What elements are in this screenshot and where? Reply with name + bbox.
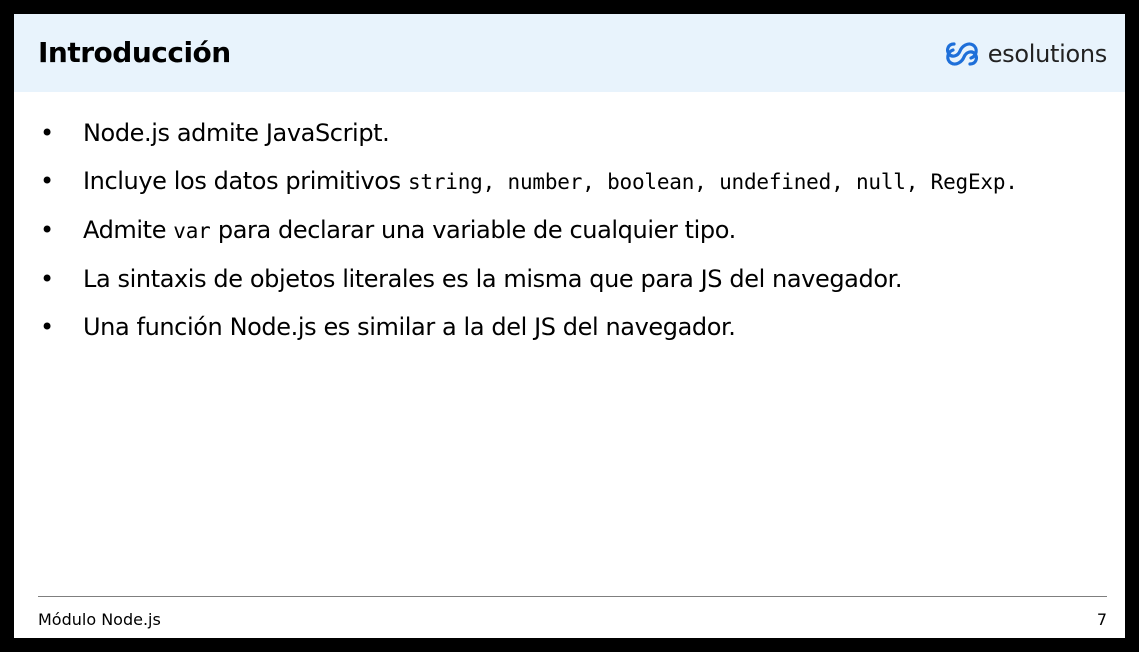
bullet-text: La sintaxis de objetos literales es la m… bbox=[83, 265, 903, 293]
list-item: • Node.js admite JavaScript. bbox=[38, 114, 1108, 152]
type-number: number bbox=[507, 170, 583, 194]
type-regexp: RegExp bbox=[930, 170, 1006, 194]
slide: Introducción esolutions • Node.js admite… bbox=[14, 14, 1125, 638]
bullet-dot: • bbox=[40, 167, 54, 195]
list-item: • Incluye los datos primitivos string, n… bbox=[38, 162, 1108, 201]
footer-divider bbox=[38, 596, 1107, 597]
logo-text: esolutions bbox=[987, 40, 1108, 68]
bullet-dot: • bbox=[40, 313, 54, 341]
type-undefined: undefined bbox=[719, 170, 832, 194]
list-item: • La sintaxis de objetos literales es la… bbox=[38, 260, 1108, 298]
type-null: null bbox=[855, 170, 906, 194]
esolutions-logo: esolutions bbox=[944, 36, 1107, 72]
bullet-text: para declarar una variable de cualquier … bbox=[210, 216, 736, 244]
bullet-list: • Node.js admite JavaScript. • Incluye l… bbox=[38, 114, 1108, 356]
logo-mark-icon bbox=[945, 42, 978, 66]
type-string: string bbox=[407, 170, 483, 194]
page-number: 7 bbox=[1096, 610, 1107, 629]
slide-header: Introducción esolutions bbox=[14, 14, 1125, 92]
bullet-dot: • bbox=[40, 265, 54, 293]
bullet-text: Incluye los datos primitivos bbox=[83, 167, 408, 195]
list-item: • Admite var para declarar una variable … bbox=[38, 211, 1108, 250]
bullet-dot: • bbox=[40, 119, 54, 147]
bullet-text: Una función Node.js es similar a la del … bbox=[83, 313, 736, 341]
list-item: • Una función Node.js es similar a la de… bbox=[38, 308, 1108, 346]
slide-title: Introducción bbox=[38, 36, 231, 69]
bullet-text: Admite bbox=[83, 216, 174, 244]
bullet-dot: • bbox=[40, 216, 54, 244]
type-boolean: boolean bbox=[607, 170, 695, 194]
footer-module-name: Módulo Node.js bbox=[38, 610, 161, 629]
bullet-text: Node.js admite JavaScript. bbox=[83, 119, 390, 147]
code-var: var bbox=[173, 219, 211, 243]
